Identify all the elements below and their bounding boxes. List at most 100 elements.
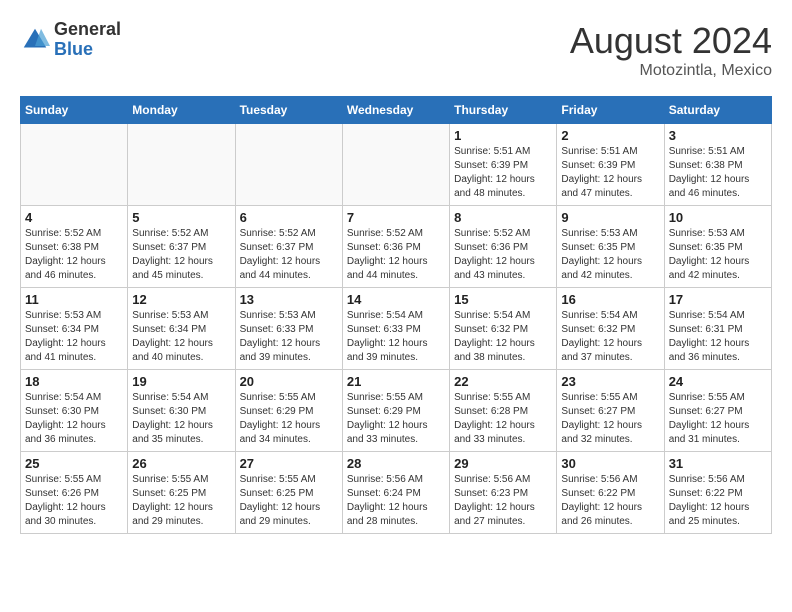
day-info: Sunrise: 5:52 AMSunset: 6:37 PMDaylight:…: [240, 227, 338, 283]
day-info: Sunrise: 5:53 AMSunset: 6:35 PMDaylight:…: [561, 227, 659, 283]
weekday-header: Monday: [128, 97, 235, 124]
calendar-cell: 30Sunrise: 5:56 AMSunset: 6:22 PMDayligh…: [557, 452, 664, 534]
day-info: Sunrise: 5:53 AMSunset: 6:34 PMDaylight:…: [25, 309, 123, 365]
day-number: 20: [240, 374, 338, 389]
weekday-header: Tuesday: [235, 97, 342, 124]
calendar-cell: 21 Sunrise: 5:55 AMSunset: 6:29 PMDayligh…: [342, 370, 449, 452]
calendar-cell: 9Sunrise: 5:53 AMSunset: 6:35 PMDaylight…: [557, 206, 664, 288]
day-number: 1: [454, 128, 552, 143]
day-info: Sunrise: 5:54 AMSunset: 6:32 PMDaylight:…: [454, 309, 552, 365]
day-number: 29: [454, 456, 552, 471]
calendar-cell: 6Sunrise: 5:52 AMSunset: 6:37 PMDaylight…: [235, 206, 342, 288]
title-block: August 2024 Motozintla, Mexico: [570, 20, 772, 80]
day-number: 24: [669, 374, 767, 389]
day-number: 11: [25, 292, 123, 307]
day-number: 15: [454, 292, 552, 307]
calendar-header: SundayMondayTuesdayWednesdayThursdayFrid…: [21, 97, 772, 124]
day-number: 21: [347, 374, 445, 389]
logo-general: General: [54, 20, 121, 40]
day-number: 14: [347, 292, 445, 307]
calendar-week-row: 1 Sunrise: 5:51 AMSunset: 6:39 PMDaylight…: [21, 124, 772, 206]
calendar-cell: 3 Sunrise: 5:51 AMSunset: 6:38 PMDaylight…: [664, 124, 771, 206]
calendar-cell: 4 Sunrise: 5:52 AMSunset: 6:38 PMDaylight…: [21, 206, 128, 288]
day-info: Sunrise: 5:52 AMSunset: 6:38 PMDaylight:…: [25, 227, 123, 283]
calendar-cell: 31Sunrise: 5:56 AMSunset: 6:22 PMDayligh…: [664, 452, 771, 534]
calendar-cell: 15 Sunrise: 5:54 AMSunset: 6:32 PMDayligh…: [450, 288, 557, 370]
day-number: 3: [669, 128, 767, 143]
weekday-row: SundayMondayTuesdayWednesdayThursdayFrid…: [21, 97, 772, 124]
calendar-cell: 10 Sunrise: 5:53 AMSunset: 6:35 PMDayligh…: [664, 206, 771, 288]
calendar-cell: 16Sunrise: 5:54 AMSunset: 6:32 PMDayligh…: [557, 288, 664, 370]
day-info: Sunrise: 5:55 AMSunset: 6:27 PMDaylight:…: [561, 391, 659, 447]
weekday-header: Wednesday: [342, 97, 449, 124]
calendar-week-row: 4 Sunrise: 5:52 AMSunset: 6:38 PMDaylight…: [21, 206, 772, 288]
day-number: 30: [561, 456, 659, 471]
calendar-cell: [342, 124, 449, 206]
day-info: Sunrise: 5:56 AMSunset: 6:24 PMDaylight:…: [347, 473, 445, 529]
day-number: 7: [347, 210, 445, 225]
calendar-cell: 1 Sunrise: 5:51 AMSunset: 6:39 PMDaylight…: [450, 124, 557, 206]
day-info: Sunrise: 5:55 AMSunset: 6:25 PMDaylight:…: [132, 473, 230, 529]
day-number: 5: [132, 210, 230, 225]
day-info: Sunrise: 5:53 AMSunset: 6:35 PMDaylight:…: [669, 227, 767, 283]
calendar-cell: 22 Sunrise: 5:55 AMSunset: 6:28 PMDayligh…: [450, 370, 557, 452]
calendar-cell: 20 Sunrise: 5:55 AMSunset: 6:29 PMDayligh…: [235, 370, 342, 452]
day-number: 19: [132, 374, 230, 389]
logo-icon: [20, 25, 50, 55]
calendar-cell: [128, 124, 235, 206]
day-info: Sunrise: 5:53 AMSunset: 6:34 PMDaylight:…: [132, 309, 230, 365]
day-info: Sunrise: 5:55 AMSunset: 6:25 PMDaylight:…: [240, 473, 338, 529]
day-info: Sunrise: 5:55 AMSunset: 6:26 PMDaylight:…: [25, 473, 123, 529]
weekday-header: Thursday: [450, 97, 557, 124]
day-info: Sunrise: 5:52 AMSunset: 6:36 PMDaylight:…: [454, 227, 552, 283]
day-number: 2: [561, 128, 659, 143]
day-info: Sunrise: 5:55 AMSunset: 6:28 PMDaylight:…: [454, 391, 552, 447]
calendar-cell: 5 Sunrise: 5:52 AMSunset: 6:37 PMDaylight…: [128, 206, 235, 288]
page-header: General Blue August 2024 Motozintla, Mex…: [20, 20, 772, 80]
weekday-header: Friday: [557, 97, 664, 124]
calendar-cell: 19 Sunrise: 5:54 AMSunset: 6:30 PMDayligh…: [128, 370, 235, 452]
logo-text: General Blue: [54, 20, 121, 60]
calendar-week-row: 25Sunrise: 5:55 AMSunset: 6:26 PMDayligh…: [21, 452, 772, 534]
day-info: Sunrise: 5:55 AMSunset: 6:29 PMDaylight:…: [347, 391, 445, 447]
calendar-cell: [21, 124, 128, 206]
calendar-cell: 28 Sunrise: 5:56 AMSunset: 6:24 PMDayligh…: [342, 452, 449, 534]
day-info: Sunrise: 5:55 AMSunset: 6:27 PMDaylight:…: [669, 391, 767, 447]
day-number: 17: [669, 292, 767, 307]
calendar-cell: 23 Sunrise: 5:55 AMSunset: 6:27 PMDayligh…: [557, 370, 664, 452]
calendar-cell: 13 Sunrise: 5:53 AMSunset: 6:33 PMDayligh…: [235, 288, 342, 370]
location: Motozintla, Mexico: [570, 62, 772, 80]
day-number: 16: [561, 292, 659, 307]
calendar-cell: 12 Sunrise: 5:53 AMSunset: 6:34 PMDayligh…: [128, 288, 235, 370]
day-info: Sunrise: 5:51 AMSunset: 6:38 PMDaylight:…: [669, 145, 767, 201]
day-number: 12: [132, 292, 230, 307]
day-info: Sunrise: 5:52 AMSunset: 6:36 PMDaylight:…: [347, 227, 445, 283]
day-info: Sunrise: 5:53 AMSunset: 6:33 PMDaylight:…: [240, 309, 338, 365]
day-number: 8: [454, 210, 552, 225]
day-info: Sunrise: 5:54 AMSunset: 6:31 PMDaylight:…: [669, 309, 767, 365]
day-number: 18: [25, 374, 123, 389]
day-number: 23: [561, 374, 659, 389]
calendar-table: SundayMondayTuesdayWednesdayThursdayFrid…: [20, 96, 772, 534]
calendar-cell: 17 Sunrise: 5:54 AMSunset: 6:31 PMDayligh…: [664, 288, 771, 370]
calendar-cell: 7 Sunrise: 5:52 AMSunset: 6:36 PMDaylight…: [342, 206, 449, 288]
calendar-cell: 14Sunrise: 5:54 AMSunset: 6:33 PMDayligh…: [342, 288, 449, 370]
calendar-cell: 24 Sunrise: 5:55 AMSunset: 6:27 PMDayligh…: [664, 370, 771, 452]
calendar-cell: 26 Sunrise: 5:55 AMSunset: 6:25 PMDayligh…: [128, 452, 235, 534]
day-number: 22: [454, 374, 552, 389]
day-info: Sunrise: 5:55 AMSunset: 6:29 PMDaylight:…: [240, 391, 338, 447]
day-info: Sunrise: 5:54 AMSunset: 6:30 PMDaylight:…: [25, 391, 123, 447]
day-number: 4: [25, 210, 123, 225]
day-info: Sunrise: 5:54 AMSunset: 6:30 PMDaylight:…: [132, 391, 230, 447]
day-number: 26: [132, 456, 230, 471]
month-year: August 2024: [570, 20, 772, 62]
calendar-cell: 18 Sunrise: 5:54 AMSunset: 6:30 PMDayligh…: [21, 370, 128, 452]
day-number: 31: [669, 456, 767, 471]
day-info: Sunrise: 5:52 AMSunset: 6:37 PMDaylight:…: [132, 227, 230, 283]
day-number: 10: [669, 210, 767, 225]
calendar-week-row: 18 Sunrise: 5:54 AMSunset: 6:30 PMDayligh…: [21, 370, 772, 452]
day-number: 28: [347, 456, 445, 471]
calendar-cell: 27Sunrise: 5:55 AMSunset: 6:25 PMDayligh…: [235, 452, 342, 534]
day-number: 13: [240, 292, 338, 307]
day-info: Sunrise: 5:51 AMSunset: 6:39 PMDaylight:…: [454, 145, 552, 201]
